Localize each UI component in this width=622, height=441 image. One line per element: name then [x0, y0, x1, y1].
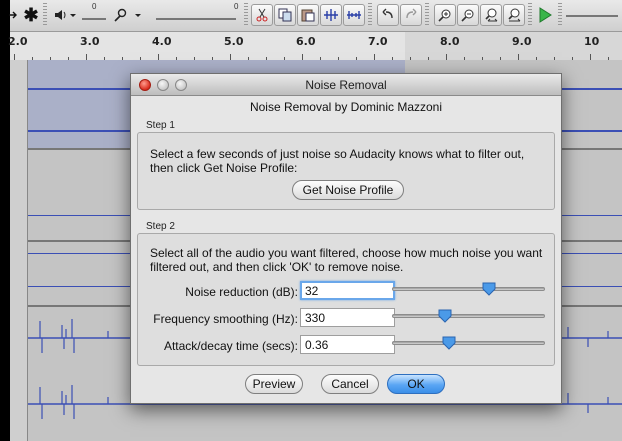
dialog-titlebar[interactable]: Noise Removal [131, 74, 561, 96]
ruler-label: 5.0 [224, 35, 244, 48]
ruler-label: 3.0 [80, 35, 100, 48]
playback-volume-slider[interactable] [82, 18, 106, 20]
ruler-label: 10 [584, 35, 600, 48]
slider-thumb[interactable] [442, 336, 456, 350]
fit-selection-icon[interactable] [480, 4, 502, 26]
meter-scale-b: 0 [234, 2, 239, 11]
get-noise-profile-button[interactable]: Get Noise Profile [292, 180, 404, 200]
step1-label: Step 1 [146, 120, 175, 131]
multi-tool-icon[interactable]: ✱ [23, 4, 38, 26]
play-at-speed-slider[interactable] [566, 15, 618, 17]
toolbar-grip[interactable] [43, 3, 47, 27]
toolbar-grip[interactable] [528, 3, 532, 27]
track-control-panel[interactable] [10, 60, 28, 441]
ok-button[interactable]: OK [387, 374, 445, 394]
toolbar-grip[interactable] [425, 3, 429, 27]
ruler-selection [10, 32, 405, 60]
recording-volume-slider[interactable] [156, 18, 236, 20]
frequency-smoothing-label: Frequency smoothing (Hz): [153, 312, 298, 326]
ruler-label: 4.0 [152, 35, 172, 48]
step2-text: Select all of the audio you want filtere… [150, 246, 543, 274]
toolbar: ✱ 0 0 [8, 0, 622, 32]
toolbar-grip[interactable] [558, 3, 562, 27]
silence-icon[interactable] [343, 4, 365, 26]
preview-button[interactable]: Preview [245, 374, 303, 394]
play-icon[interactable] [536, 4, 554, 26]
ruler-label: 6.0 [296, 35, 316, 48]
ruler-label: 7.0 [368, 35, 388, 48]
dialog-title: Noise Removal [305, 78, 387, 92]
noise-reduction-label: Noise reduction (dB): [185, 285, 298, 299]
frequency-smoothing-slider[interactable] [392, 309, 545, 323]
noise-removal-dialog: Noise Removal Noise Removal by Dominic M… [130, 73, 562, 404]
attack-decay-slider[interactable] [392, 336, 545, 350]
copy-icon[interactable] [274, 4, 296, 26]
arrow-right-icon[interactable] [8, 4, 20, 26]
zoom-out-icon[interactable] [457, 4, 479, 26]
step2-label: Step 2 [146, 221, 175, 232]
audacity-window: ✱ 0 0 2.0 3.0 4.0 5.0 6.0 7.0 8.0 9.0 10… [0, 0, 622, 441]
trim-icon[interactable] [320, 4, 342, 26]
paste-icon[interactable] [297, 4, 319, 26]
cancel-button[interactable]: Cancel [321, 374, 379, 394]
undo-icon[interactable] [377, 4, 399, 26]
fit-project-icon[interactable] [503, 4, 525, 26]
step1-group: Select a few seconds of just noise so Au… [137, 132, 555, 210]
step1-text: Select a few seconds of just noise so Au… [150, 147, 525, 175]
cut-icon[interactable] [251, 4, 273, 26]
step2-group: Select all of the audio you want filtere… [137, 233, 555, 366]
microphone-icon[interactable] [112, 4, 146, 26]
attack-decay-label: Attack/decay time (secs): [163, 339, 298, 353]
toolbar-grip[interactable] [368, 3, 372, 27]
noise-reduction-slider[interactable] [392, 282, 545, 296]
dialog-heading: Noise Removal by Dominic Mazzoni [249, 100, 443, 114]
ruler-label: 8.0 [440, 35, 460, 48]
ruler-label: 2.0 [8, 35, 28, 48]
ruler-label: 9.0 [512, 35, 532, 48]
slider-thumb[interactable] [438, 309, 452, 323]
frequency-smoothing-input[interactable]: 330 [300, 308, 395, 327]
slider-thumb[interactable] [482, 282, 496, 296]
timeline-ruler[interactable]: 2.0 3.0 4.0 5.0 6.0 7.0 8.0 9.0 10 [8, 32, 622, 60]
meter-scale-a: 0 [92, 2, 97, 11]
zoom-in-icon[interactable] [434, 4, 456, 26]
toolbar-grip[interactable] [244, 3, 248, 27]
redo-icon[interactable] [400, 4, 422, 26]
speaker-icon[interactable] [52, 4, 80, 26]
noise-reduction-input[interactable]: 32 [300, 281, 395, 300]
attack-decay-input[interactable]: 0.36 [300, 335, 395, 354]
